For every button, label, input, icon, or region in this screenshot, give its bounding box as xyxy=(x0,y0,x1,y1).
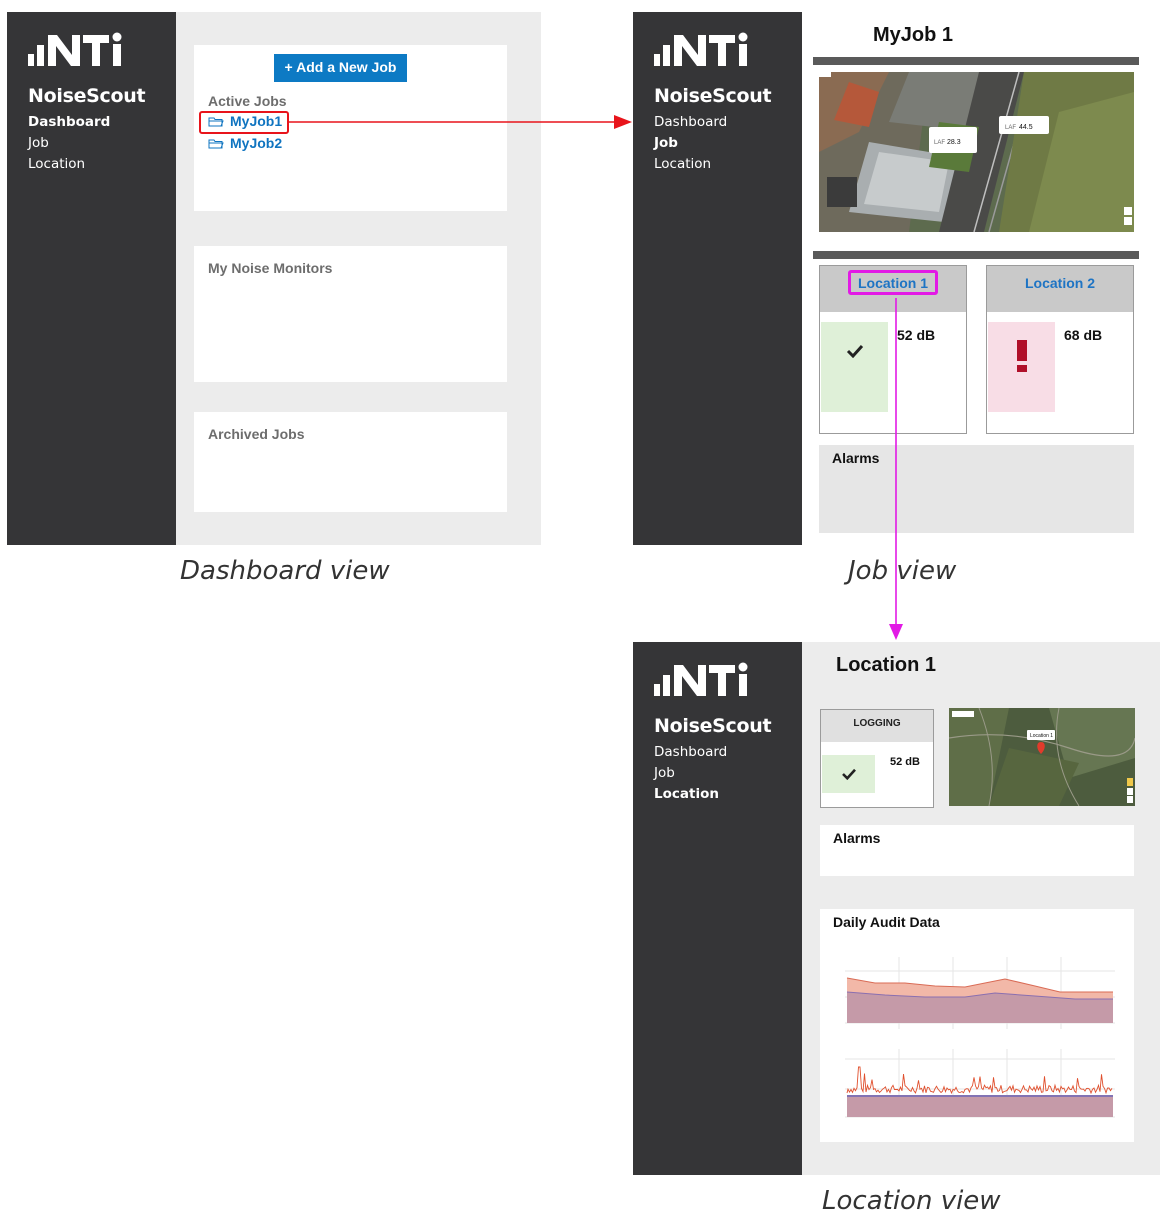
locations-section-bar xyxy=(813,251,1139,259)
location-title: Location 1 xyxy=(836,654,937,676)
checkmark-icon xyxy=(842,768,856,780)
location-caption: Location view xyxy=(822,1186,1001,1215)
archived-jobs-title: Archived Jobs xyxy=(208,426,305,442)
brand-name: NoiseScout xyxy=(654,715,772,737)
location-1-level: 52 dB xyxy=(897,327,936,343)
map-marker-1-label: LAF xyxy=(934,140,945,146)
nav-job[interactable]: Job xyxy=(654,133,727,154)
nti-logo xyxy=(28,32,122,66)
nav-dashboard[interactable]: Dashboard xyxy=(654,112,727,133)
job-satellite-map[interactable]: 28.3 44.5 LAF LAF xyxy=(819,72,1134,232)
nav-job[interactable]: Job xyxy=(28,133,110,154)
daily-audit-chart-top xyxy=(845,957,1115,1029)
location-card-2-title[interactable]: Location 2 xyxy=(987,266,1133,312)
sidebar-nav: Dashboard Job Location xyxy=(28,112,110,175)
map-section-bar xyxy=(813,57,1139,65)
logging-level: 52 dB xyxy=(890,756,920,768)
daily-audit-card: Daily Audit Data xyxy=(820,909,1134,1142)
location-map-marker: Location 1 xyxy=(1030,733,1053,739)
sidebar: NoiseScout Dashboard Job Location xyxy=(633,12,802,545)
location-card-2[interactable]: Location 2 68 dB xyxy=(986,265,1134,434)
location-alarms-title: Alarms xyxy=(833,830,881,846)
sidebar: NoiseScout Dashboard Job Location xyxy=(633,642,802,1175)
sidebar: NoiseScout Dashboard Job Location xyxy=(7,12,176,545)
folder-icon xyxy=(208,139,224,149)
brand-name: NoiseScout xyxy=(654,85,772,107)
location-map[interactable]: Location 1 xyxy=(949,708,1135,806)
location-view: NoiseScout Dashboard Job Location Locati… xyxy=(633,642,1160,1175)
noise-monitors-card: My Noise Monitors xyxy=(194,246,507,382)
job-title: MyJob 1 xyxy=(873,24,954,46)
map-marker-1: 28.3 xyxy=(947,139,961,146)
location-1-status-ok xyxy=(821,322,888,412)
sidebar-nav: Dashboard Job Location xyxy=(654,742,727,805)
map-marker-2-label: LAF xyxy=(1005,125,1016,131)
nav-location[interactable]: Location xyxy=(28,154,110,175)
logging-status-card: LOGGING 52 dB xyxy=(820,709,934,808)
logging-status-label: LOGGING xyxy=(821,710,933,742)
nti-logo xyxy=(654,32,748,66)
arrow-head-magenta xyxy=(889,624,903,640)
active-jobs-title: Active Jobs xyxy=(208,93,287,109)
dashboard-view: NoiseScout Dashboard Job Location + Add … xyxy=(7,12,541,545)
exclamation-icon xyxy=(1017,340,1027,372)
location-2-status-alarm xyxy=(988,322,1055,412)
checkmark-icon xyxy=(846,344,864,358)
map-marker-2: 44.5 xyxy=(1019,124,1033,131)
nav-dashboard[interactable]: Dashboard xyxy=(654,742,727,763)
job-link-myjob2[interactable]: MyJob2 xyxy=(208,135,282,151)
nav-location[interactable]: Location xyxy=(654,154,727,175)
nav-dashboard[interactable]: Dashboard xyxy=(28,112,110,133)
nav-job[interactable]: Job xyxy=(654,763,727,784)
job-alarms-box: Alarms xyxy=(819,445,1134,533)
noise-monitors-title: My Noise Monitors xyxy=(208,260,333,276)
brand-name: NoiseScout xyxy=(28,85,146,107)
arrow-head-red xyxy=(614,115,632,129)
daily-audit-chart-bottom xyxy=(845,1049,1115,1118)
nav-location[interactable]: Location xyxy=(654,784,727,805)
nti-logo xyxy=(654,662,748,696)
logging-status-ok xyxy=(822,755,875,793)
add-new-job-button[interactable]: + Add a New Job xyxy=(274,54,407,82)
archived-jobs-card: Archived Jobs xyxy=(194,412,507,512)
dashboard-caption: Dashboard view xyxy=(180,556,390,586)
sidebar-nav: Dashboard Job Location xyxy=(654,112,727,175)
location-2-level: 68 dB xyxy=(1064,327,1103,343)
job-alarms-title: Alarms xyxy=(832,450,880,466)
daily-audit-title: Daily Audit Data xyxy=(833,914,940,930)
location1-highlight xyxy=(848,270,938,295)
myjob1-highlight xyxy=(199,111,289,134)
job-caption: Job view xyxy=(848,556,957,586)
location-alarms-card: Alarms xyxy=(820,825,1134,876)
